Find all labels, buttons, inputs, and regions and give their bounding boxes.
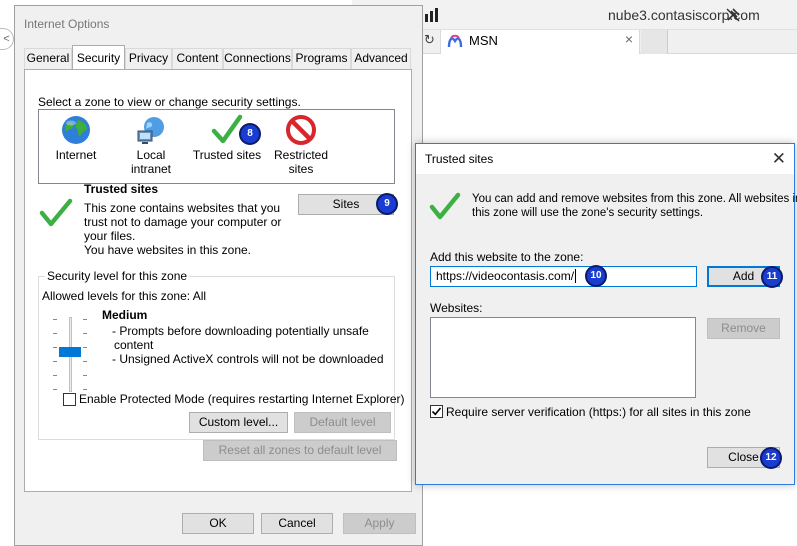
local-intranet-icon (137, 117, 164, 144)
globe-icon (62, 116, 90, 144)
protected-mode-label: Enable Protected Mode (requires restarti… (79, 392, 405, 406)
msn-logo-icon (447, 34, 463, 48)
zone-trusted-sites-label: Trusted sites (192, 148, 262, 162)
protected-mode-checkbox[interactable] (63, 393, 76, 406)
slider-tick (83, 319, 87, 320)
zone-internet-label: Internet (55, 148, 97, 162)
level-bullet-1-cont: content (114, 338, 154, 352)
custom-level-button[interactable]: Custom level... (189, 412, 288, 433)
trusted-sites-titlebar: Trusted sites ✕ (416, 144, 794, 174)
slider-tick (53, 319, 57, 320)
require-https-checkbox[interactable] (430, 405, 443, 418)
step-badge-10: 10 (587, 267, 605, 285)
step-badge-9: 9 (378, 195, 396, 213)
reset-all-zones-button[interactable]: Reset all zones to default level (203, 440, 397, 461)
new-tab-button[interactable] (641, 28, 668, 54)
zone-list: Internet Local intranet Trusted sites Re… (38, 109, 395, 184)
ok-button[interactable]: OK (182, 513, 254, 534)
slider-tick (53, 361, 57, 362)
apply-button[interactable]: Apply (343, 513, 416, 534)
remove-button[interactable]: Remove (707, 318, 780, 339)
step-badge-8: 8 (241, 125, 259, 143)
website-url-input[interactable]: https://videocontasis.com/ (430, 266, 697, 287)
dialog-title: Internet Options (24, 17, 110, 31)
default-level-button[interactable]: Default level (294, 412, 391, 433)
back-arrow-icon[interactable]: < (0, 28, 14, 50)
close-icon[interactable]: ✕ (772, 149, 786, 169)
info-line-2: this zone will use the zone's security s… (472, 207, 704, 219)
zone-internet[interactable]: Internet (51, 114, 101, 162)
allowed-levels-text: Allowed levels for this zone: All (42, 289, 207, 303)
websites-label: Websites: (430, 301, 483, 315)
tab-security[interactable]: Security (72, 45, 125, 69)
level-bullet-2: - Unsigned ActiveX controls will not be … (112, 352, 384, 366)
slider-tick (83, 375, 87, 376)
zone-local-intranet[interactable]: Local intranet (115, 114, 187, 176)
add-website-label: Add this website to the zone: (430, 250, 584, 264)
slider-tick (53, 389, 57, 390)
internet-options-dialog: Internet Options General Security Privac… (14, 5, 423, 546)
slider-tick (83, 333, 87, 334)
zone-local-intranet-label: Local intranet (130, 148, 172, 176)
browser-left-edge: < (0, 0, 14, 546)
website-url-value: https://videocontasis.com/ (436, 269, 575, 283)
security-slider-thumb[interactable] (59, 347, 81, 357)
connection-signal-icon (420, 8, 442, 22)
security-level-name: Medium (102, 308, 148, 322)
zone-desc-line-4: You have websites in this zone. (84, 243, 251, 257)
remote-host-name: nube3.contasiscorp.com (608, 7, 760, 23)
step-badge-11: 11 (763, 268, 781, 286)
slider-tick (83, 347, 87, 348)
zone-restricted-sites-label: Restricted sites (273, 148, 329, 176)
step-badge-12: 12 (762, 449, 780, 467)
select-zone-instruction: Select a zone to view or change security… (38, 95, 301, 109)
level-bullet-1: - Prompts before downloading potentially… (112, 324, 369, 338)
tab-close-icon[interactable]: × (625, 31, 633, 47)
checkmark-icon (431, 407, 442, 416)
refresh-icon[interactable]: ↻ (424, 32, 435, 48)
info-line-1: You can add and remove websites from thi… (472, 193, 797, 205)
slider-tick (53, 375, 57, 376)
slider-tick (83, 361, 87, 362)
trusted-zone-check-icon (39, 198, 73, 227)
websites-list[interactable] (430, 317, 696, 398)
tab-connections[interactable]: Connections (223, 48, 292, 69)
zone-desc-line-3: your files. (84, 229, 136, 243)
trusted-check-icon (211, 114, 243, 144)
browser-tab-msn[interactable]: MSN × (440, 28, 640, 54)
security-tab-panel: Select a zone to view or change security… (24, 69, 412, 492)
zone-description: This zone contains websites that you tru… (84, 201, 281, 257)
tab-content[interactable]: Content (172, 48, 223, 69)
zone-restricted-sites[interactable]: Restricted sites (267, 114, 335, 176)
zone-desc-line-1: This zone contains websites that you (84, 201, 281, 215)
tab-label: MSN (469, 33, 498, 48)
zone-desc-line-2: trust not to damage your computer or (84, 215, 282, 229)
tab-advanced[interactable]: Advanced (351, 48, 411, 69)
slider-tick (53, 333, 57, 334)
require-https-label: Require server verification (https:) for… (446, 405, 751, 419)
zone-heading: Trusted sites (84, 182, 159, 196)
tab-general[interactable]: General (24, 48, 72, 69)
tab-privacy[interactable]: Privacy (125, 48, 172, 69)
tab-programs[interactable]: Programs (292, 48, 351, 69)
trusted-sites-dialog: Trusted sites ✕ You can add and remove w… (415, 143, 797, 485)
slider-tick (53, 347, 57, 348)
slider-tick (83, 389, 87, 390)
restricted-icon (286, 115, 316, 145)
security-level-details: - Prompts before downloading potentially… (112, 324, 384, 366)
trusted-sites-title: Trusted sites (425, 152, 494, 166)
trusted-check-icon (429, 192, 461, 220)
cancel-button[interactable]: Cancel (261, 513, 333, 534)
trusted-sites-info: You can add and remove websites from thi… (472, 192, 797, 220)
security-level-title: Security level for this zone (45, 269, 190, 283)
